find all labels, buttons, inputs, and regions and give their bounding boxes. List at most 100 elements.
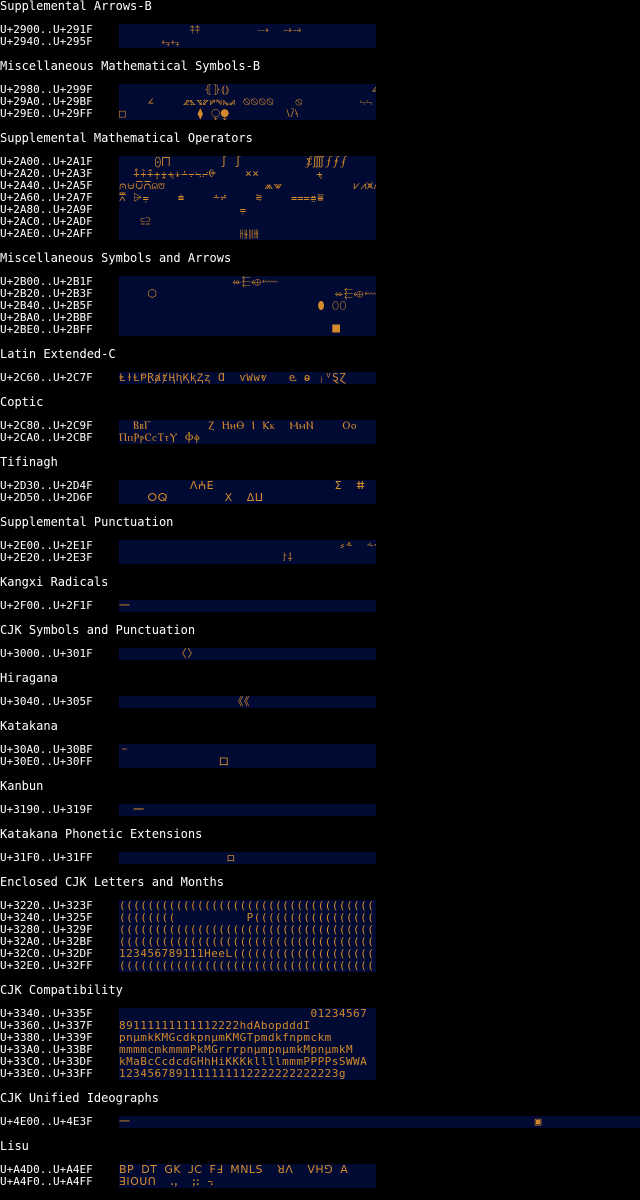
glyph-sample: 一 ▣ <box>119 1116 542 1128</box>
block-title: Kangxi Radicals <box>0 575 109 589</box>
range-row: U+2B00..U+2B1F ⬰⬱⬲⬳ ⬜⬜ <box>0 276 640 288</box>
range-label: U+2CA0..U+2CBF <box>0 431 93 444</box>
range-row: U+3380..U+339F pnµmkKMGcdkpnµmKMGTpmdkfnp… <box>0 1032 640 1044</box>
range-row: U+2AC0..U+2ADF ⫅⫆ <box>0 216 640 228</box>
glyph-sample: ⩦ <box>119 204 247 216</box>
glyph-sample: ⩀⩁⩂⩃⩄⩅ ⩕⩖ ⩗⩘⩙⩚⩛⩜ <box>119 180 376 192</box>
glyph-sample: ((((((((((((((((((((((((((((((((((((( <box>119 936 376 948</box>
block-title: Kanbun <box>0 779 44 793</box>
glyph-sample: ゠ <box>119 744 131 756</box>
glyph-sample: (((((((( P((((((((((((((((( <box>119 912 375 924</box>
glyph-sample: ((((((((((((((((((((((((((((((((((((( <box>119 924 376 936</box>
range-row: U+3240..U+325F(((((((( P((((((((((((((((… <box>0 912 640 924</box>
glyph-sample: ⩞ ⩥⩦ ⩧ ⩪⩫ ⩬ ⩶⩷⩸ <box>119 192 325 204</box>
range-label: U+3000..U+301F <box>0 647 93 660</box>
glyph-sample: 89111111111112222hdAbopdddI <box>119 1020 311 1032</box>
range-row: U+2AE0..U+2AFF ⫲⫳⫴⫵ <box>0 228 640 240</box>
range-row: U+33C0..U+33DF kMaBcCcdcdGHhHiKKKkllllmmm… <box>0 1056 640 1068</box>
glyph-sample: ⫅⫆ <box>119 216 151 228</box>
range-row: U+2A60..U+2A7F ⩞ ⩥⩦ ⩧ ⩪⩫ ⩬ ⩶⩷⩸ <box>0 192 640 204</box>
glyph-sample: ꓐꓑ ꓓꓔ ꓖꓗ ꓙꓚ ꓝꓞ ꓟꓠꓡꓢ ꓤꓥ ꓦꓧꓨ ꓮ <box>119 1164 349 1176</box>
range-row: U+A4D0..U+A4EF ꓐꓑ ꓓꓔ ꓖꓗ ꓙꓚ ꓝꓞ ꓟꓠꓡꓢ ꓤꓥ ꓦꓧꓨ… <box>0 1164 640 1176</box>
block-title: Katakana Phonetic Extensions <box>0 827 203 841</box>
range-row: U+2BE0..U+2BFF ⯀ <box>0 324 640 336</box>
range-row: U+2940..U+295F ⥆⥆ <box>0 36 640 48</box>
range-row: U+30E0..U+30FF ロ ・ <box>0 756 640 768</box>
glyph-sample: □ ⧫ ⧬⧭ ⧵⧶⧷ <box>119 108 299 120</box>
range-label: U+2AE0..U+2AFF <box>0 227 93 240</box>
range-row: U+2D30..U+2D4F ⴷⵄⴹ ⵉ ⵌ <box>0 480 640 492</box>
block-title: Katakana <box>0 719 58 733</box>
glyph-sample: ⬝ <box>119 312 376 324</box>
range-row: U+3220..U+323F((((((((((((((((((((((((((… <box>0 900 640 912</box>
range-row: U+2CA0..U+2CBF ⲠⲡⲢⲣⲤⲥⲦⲧⲨ Ⲫⲫ <box>0 432 640 444</box>
range-label: U+2BE0..U+2BFF <box>0 323 93 336</box>
glyph-sample: ⼀ <box>119 600 131 612</box>
range-label: U+32E0..U+32FF <box>0 959 93 972</box>
block-title: Latin Extended-C <box>0 347 116 361</box>
range-label: U+30E0..U+30FF <box>0 755 93 768</box>
glyph-sample: ⲠⲡⲢⲣⲤⲥⲦⲧⲨ Ⲫⲫ <box>119 432 201 444</box>
glyph-sample: (((((((((((((((((((((((((((((((((((( <box>119 960 375 972</box>
range-row: U+3190..U+319F ㆒ <box>0 804 640 816</box>
range-label: U+2F00..U+2F1F <box>0 599 93 612</box>
glyph-sample: ⲂⲃⲄ Ⲍ ⲎⲏⲐ Ⲓ Ⲕⲕ ⲘⲙⲚ Ⲟⲟ <box>119 420 357 432</box>
range-row: U+32A0..U+32BF((((((((((((((((((((((((((… <box>0 936 640 948</box>
glyph-sample: ⴷⵄⴹ ⵉ ⵌ <box>119 480 366 492</box>
range-row: U+2A80..U+2A9F ⩦ <box>0 204 640 216</box>
range-row: U+2C60..U+2C7F ⱠⱡⱢⱣⱤⱥⱦⱧⱨⱩⱪⱫⱬ Ɑ ⱱⱲⱳⱴ ⱸ ⱺ ⱼ… <box>0 372 640 384</box>
range-row: U+3000..U+301F 〈〉 <box>0 648 640 660</box>
glyph-sample: pnµmkKMGcdkpnµmKMGTpmdkfnpmckm <box>119 1032 332 1044</box>
glyph-sample: ⱠⱡⱢⱣⱤⱥⱦⱧⱨⱩⱪⱫⱬ Ɑ ⱱⱲⱳⱴ ⱸ ⱺ ⱼⱽⱾⱿ <box>119 372 347 384</box>
block-title: Coptic <box>0 395 44 409</box>
glyph-sample: ⸷⸸ <box>119 552 294 564</box>
range-row: U+2BA0..U+2BBF ⬝ <box>0 312 640 324</box>
range-row: U+A4F0..U+A4FF ꓱꓲꓳꓴꓵ ꓸꓹ ꓼꓽ ꓾ <box>0 1176 640 1188</box>
range-label: U+2E20..U+2E3F <box>0 551 93 564</box>
block-title: Supplemental Mathematical Operators <box>0 131 253 145</box>
range-row: U+2F00..U+2F1F ⼀ <box>0 600 640 612</box>
block-title: Enclosed CJK Letters and Months <box>0 875 224 889</box>
range-row: U+33A0..U+33BF mmmmcmkmmmPkMGrrrpnµmpnµmk… <box>0 1044 640 1056</box>
range-row: U+29E0..U+29FF □ ⧫ ⧬⧭ ⧵⧶⧷ <box>0 108 640 120</box>
block-title: Miscellaneous Mathematical Symbols-B <box>0 59 261 73</box>
glyph-sample: ∠ ⦨⦩⦪⦫⦬⦭⦮⦯ ⦰⦰⦰⦰ ⦸ ⨫⨫ <box>119 96 373 108</box>
range-label: U+3040..U+305F <box>0 695 93 708</box>
range-row: U+32E0..U+32FF ((((((((((((((((((((((((((… <box>0 960 640 972</box>
block-title: Hiragana <box>0 671 58 685</box>
block-title: Supplemental Punctuation <box>0 515 174 529</box>
glyph-sample: ⦃⦄⦅⦆ ∠ <box>119 84 376 96</box>
range-row: U+33E0..U+33FF 12345678911111111122222222… <box>0 1068 640 1080</box>
glyph-sample: ((((((((((((((((((((((((((((((((((((( <box>119 900 376 912</box>
range-label: U+3190..U+319F <box>0 803 93 816</box>
glyph-sample: ⨢⨣⨤⨥⨦⨧⨨⨩⨪⨫⨬⨭ ⨯⨯ ⨧ <box>119 168 323 180</box>
range-row: U+3280..U+329F((((((((((((((((((((((((((… <box>0 924 640 936</box>
glyph-sample: ⬮ ⬯⬯ <box>119 300 347 312</box>
range-row: U+2D50..U+2D6F ⵔⵕ ⵝ ⵠⵡ <box>0 492 640 504</box>
glyph-sample: mmmmcmkmmmPkMGrrrpnµmpnµmkMpnµmkM <box>119 1044 354 1056</box>
range-row: U+2A00..U+2A1F ⨀⨅ ∫ ∫ ⨋⨌⨍⨎⨏ <box>0 156 640 168</box>
glyph-sample: ⬡ ⬰⬱⬲⬳ <box>119 288 376 300</box>
range-row: U+2980..U+299F ⦃⦄⦅⦆ ∠ <box>0 84 640 96</box>
range-label: U+2C60..U+2C7F <box>0 371 93 384</box>
glyph-sample: 01234567 <box>119 1008 368 1020</box>
block-title: Tifinagh <box>0 455 58 469</box>
range-row: U+30A0..U+30BF ゠ <box>0 744 640 756</box>
range-row: U+2A20..U+2A3F ⨢⨣⨤⨥⨦⨧⨨⨩⨪⨫⨬⨭ ⨯⨯ ⨧ <box>0 168 640 180</box>
range-row: U+2E00..U+2E1F ⸗⸛ ⸞⸞⸟ <box>0 540 640 552</box>
font-coverage-table: Supplemental Arrows-B U+2900..U+291F ⤉⤉ ⤏… <box>0 0 640 1200</box>
range-row: U+2A40..U+2A5F ⩀⩁⩂⩃⩄⩅ ⩕⩖ ⩗⩘⩙⩚⩛⩜ <box>0 180 640 192</box>
glyph-sample: 1234567891111111112222222222223g <box>119 1068 346 1080</box>
range-label: U+2940..U+295F <box>0 35 93 48</box>
block-title: Miscellaneous Symbols and Arrows <box>0 251 232 265</box>
glyph-sample: ⥆⥆ <box>119 36 181 48</box>
range-label: U+31F0..U+31FF <box>0 851 93 864</box>
glyph-sample: ꓱꓲꓳꓴꓵ ꓸꓹ ꓼꓽ ꓾ <box>119 1176 214 1188</box>
range-row: U+2C80..U+2C9F ⲂⲃⲄ Ⲍ ⲎⲏⲐ Ⲓ Ⲕⲕ ⲘⲙⲚ Ⲟⲟ <box>0 420 640 432</box>
block-title: CJK Unified Ideographs <box>0 1091 159 1105</box>
range-label: U+2D50..U+2D6F <box>0 491 93 504</box>
range-row: U+2B40..U+2B5F ⬮ ⬯⬯ <box>0 300 640 312</box>
glyph-sample: ⫲⫳⫴⫵ <box>119 228 260 240</box>
range-row: U+2900..U+291F ⤉⤉ ⤏ ⤑⤑ <box>0 24 640 36</box>
glyph-sample: ⵔⵕ ⵝ ⵠⵡ <box>119 492 264 504</box>
